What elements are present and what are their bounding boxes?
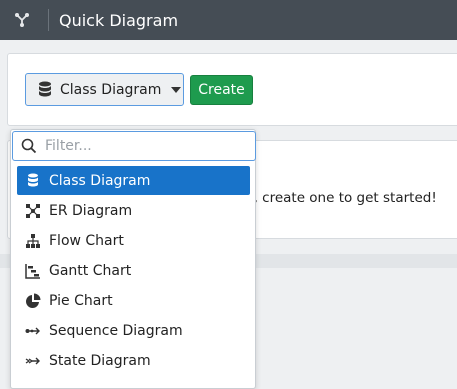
chevron-down-icon [171, 86, 182, 93]
database-icon [25, 173, 41, 189]
network-icon [25, 203, 41, 219]
option-gantt-chart[interactable]: Gantt Chart [17, 256, 250, 285]
option-class-diagram[interactable]: Class Diagram [17, 166, 250, 195]
empty-state-message: d, create one to get started! [245, 190, 437, 206]
filter-field[interactable] [12, 131, 256, 161]
option-label: Class Diagram [49, 172, 151, 189]
option-sequence-diagram[interactable]: Sequence Diagram [17, 316, 250, 345]
gantt-icon [25, 263, 41, 279]
option-er-diagram[interactable]: ER Diagram [17, 196, 250, 225]
selected-type-label: Class Diagram [60, 81, 162, 98]
option-label: Flow Chart [49, 232, 124, 249]
option-flow-chart[interactable]: Flow Chart [17, 226, 250, 255]
top-navbar: Quick Diagram [0, 0, 457, 40]
database-icon [38, 81, 52, 99]
option-label: State Diagram [49, 352, 151, 369]
option-label: Gantt Chart [49, 262, 132, 279]
option-label: Sequence Diagram [49, 322, 183, 339]
create-button[interactable]: Create [190, 75, 253, 105]
option-state-diagram[interactable]: State Diagram [17, 346, 250, 375]
search-icon [21, 138, 37, 154]
diagram-type-select[interactable]: Class Diagram [25, 73, 184, 106]
sitemap-icon [25, 233, 41, 249]
filter-input[interactable] [45, 138, 235, 154]
tree-structure-icon[interactable] [4, 5, 40, 35]
app-title: Quick Diagram [59, 10, 179, 30]
pie-chart-icon [25, 293, 41, 309]
option-label: Pie Chart [49, 292, 113, 309]
navbar-divider [48, 9, 49, 31]
option-label: ER Diagram [49, 202, 133, 219]
option-pie-chart[interactable]: Pie Chart [17, 286, 250, 315]
diagram-type-dropdown: Class Diagram ER Diagram Flow C [10, 129, 256, 389]
state-arrow-icon [25, 353, 41, 369]
sequence-icon [25, 323, 41, 339]
